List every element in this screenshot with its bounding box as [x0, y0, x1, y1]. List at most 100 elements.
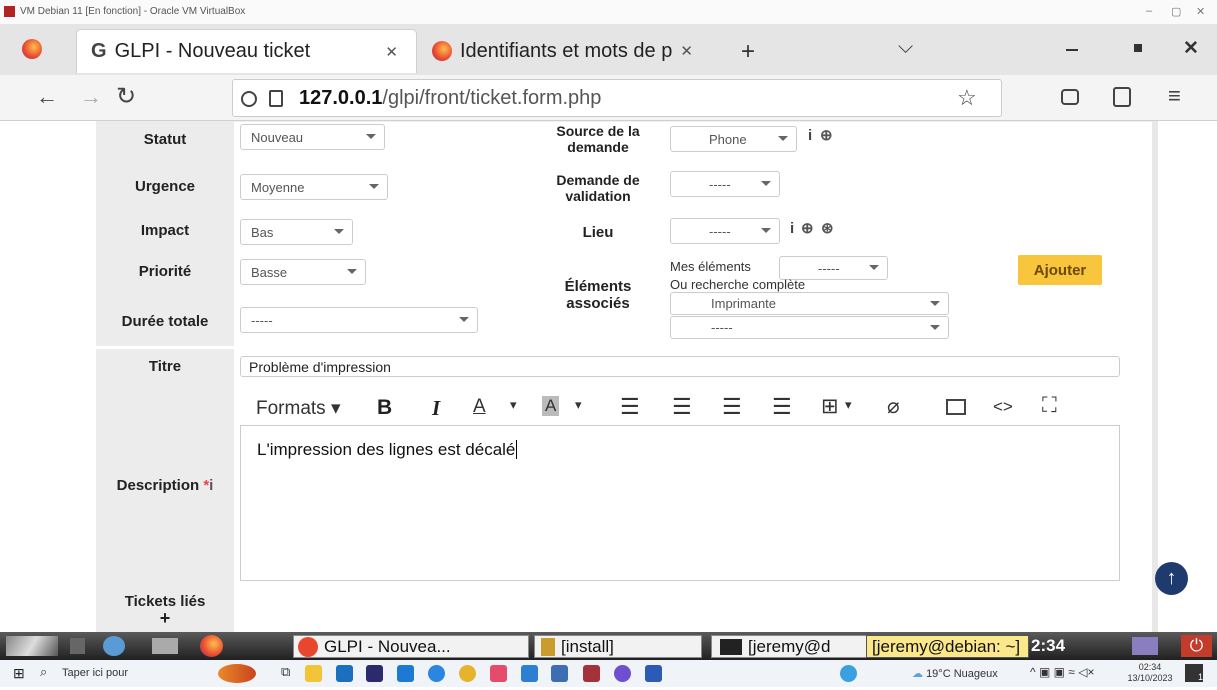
chevron-down-icon[interactable]: ▾	[510, 397, 517, 413]
lieu-add-icon[interactable]: ⊕	[801, 219, 814, 237]
address-bar[interactable]: 127.0.0.1/glpi/front/ticket.form.php ☆	[232, 79, 1002, 117]
files-icon[interactable]	[152, 638, 178, 654]
forward-arrow-icon[interactable]: →	[80, 84, 102, 110]
system-tray-icons[interactable]: ^ ▣ ▣ ≈ ◁×	[1030, 665, 1094, 679]
indent-icon[interactable]: ☰	[772, 394, 792, 420]
tab-identifiants[interactable]: Identifiants et mots de p ✕	[428, 29, 728, 73]
app-icon[interactable]	[490, 665, 507, 682]
firefox-menu-icon[interactable]	[22, 39, 42, 59]
page-scrollbar[interactable]	[1152, 121, 1158, 632]
ajouter-button[interactable]: Ajouter	[1018, 255, 1102, 285]
firefox-launcher-icon[interactable]	[200, 635, 223, 657]
statut-select[interactable]: Nouveau	[240, 124, 385, 150]
hamburger-menu-icon[interactable]: ≡	[1168, 83, 1181, 109]
page-icon[interactable]	[269, 90, 283, 107]
vscode-icon[interactable]	[521, 665, 538, 682]
tab-glpi-nouveau-ticket[interactable]: G GLPI - Nouveau ticket ✕	[76, 29, 417, 73]
lieu-select[interactable]: -----	[670, 218, 780, 244]
close-window-icon[interactable]: ✕	[1183, 37, 1199, 60]
text-color-icon[interactable]: A	[473, 396, 486, 418]
vm-minimize-button[interactable]: –	[1146, 5, 1152, 17]
bullet-list-icon[interactable]: ☰	[620, 394, 640, 420]
taskbar-item-terminal-1[interactable]: [jeremy@d	[711, 635, 871, 658]
edge-icon[interactable]	[428, 665, 445, 682]
priorite-select[interactable]: Basse	[240, 259, 366, 285]
add-ticket-lie-button[interactable]: +	[96, 609, 234, 627]
lieu-info-icon[interactable]: i	[790, 220, 794, 237]
new-tab-button[interactable]: +	[741, 38, 755, 66]
tab-close-icon[interactable]: ✕	[385, 43, 398, 61]
tab-list-chevron-icon[interactable]: ⌵	[898, 36, 913, 59]
source-code-icon[interactable]: <>	[993, 397, 1013, 417]
duree-totale-select[interactable]: -----	[240, 307, 478, 333]
item-select[interactable]: -----	[670, 316, 949, 339]
tray-app-icon[interactable]	[840, 665, 857, 682]
source-select[interactable]: Phone	[670, 126, 797, 152]
chat-icon[interactable]	[614, 665, 631, 682]
bold-icon[interactable]: B	[377, 396, 392, 420]
fullscreen-icon[interactable]: ⛶	[1042, 394, 1057, 418]
info-icon[interactable]: i	[209, 477, 213, 494]
vm-maximize-button[interactable]: ▢	[1171, 5, 1181, 18]
numbered-list-icon[interactable]: ☰	[672, 394, 692, 420]
tab-close-icon[interactable]: ✕	[680, 42, 693, 60]
back-arrow-icon[interactable]: ←	[36, 84, 58, 110]
lieu-view-icon[interactable]: ⊛	[821, 219, 834, 237]
network-icon[interactable]	[103, 636, 125, 656]
italic-icon[interactable]: I	[432, 396, 440, 421]
source-add-icon[interactable]: ⊕	[820, 126, 833, 144]
search-box[interactable]: ⌕ Taper ici pour	[38, 664, 188, 684]
maximize-icon[interactable]	[1134, 44, 1142, 52]
background-color-icon[interactable]: A	[542, 396, 560, 416]
system-clock[interactable]: 02:34 13/10/2023	[1124, 662, 1176, 684]
vm-close-button[interactable]: ✕	[1196, 5, 1205, 18]
pocket-icon[interactable]	[1061, 89, 1079, 105]
reload-icon[interactable]: ↻	[116, 82, 136, 111]
outdent-icon[interactable]: ☰	[722, 394, 742, 420]
show-desktop-icon[interactable]	[70, 638, 85, 654]
back-to-top-button[interactable]: ↑	[1155, 562, 1188, 595]
search-highlight-icon[interactable]	[218, 664, 256, 683]
vm-taskbar-icon[interactable]	[583, 665, 600, 682]
start-menu-icon[interactable]	[6, 636, 58, 656]
notification-icon[interactable]: 1	[1185, 664, 1203, 682]
impact-select[interactable]: Bas	[240, 219, 353, 245]
image-icon[interactable]	[946, 399, 966, 415]
shield-icon[interactable]	[241, 91, 257, 107]
power-icon[interactable]: ⏻	[1181, 635, 1212, 657]
weather-widget[interactable]: ☁ 19°C Nuageux	[912, 667, 998, 680]
word-icon[interactable]	[645, 665, 662, 682]
source-info-icon[interactable]: i	[808, 127, 812, 144]
chrome-icon[interactable]	[459, 665, 476, 682]
chevron-down-icon[interactable]: ▾	[845, 397, 852, 413]
taskbar-item-install[interactable]: [install]	[534, 635, 702, 658]
description-editor[interactable]: L'impression des lignes est décalé	[240, 425, 1120, 581]
virtualbox-taskbar-icon[interactable]	[551, 665, 568, 682]
table-icon[interactable]: ⊞	[821, 394, 839, 419]
file-explorer-icon[interactable]	[305, 665, 322, 682]
store-icon[interactable]	[397, 665, 414, 682]
minimize-icon[interactable]	[1066, 49, 1078, 51]
taskbar-item-glpi[interactable]: GLPI - Nouvea...	[293, 635, 529, 658]
item-type-select[interactable]: Imprimante	[670, 292, 949, 315]
windows-start-icon[interactable]: ⊞	[13, 665, 25, 682]
task-view-icon[interactable]: ⧉	[281, 664, 290, 680]
dropbox-icon[interactable]	[366, 665, 383, 682]
chevron-down-icon[interactable]: ▾	[575, 397, 582, 413]
urgence-select[interactable]: Moyenne	[240, 174, 388, 200]
description-label: Description *i	[96, 477, 234, 494]
validation-select[interactable]: -----	[670, 171, 780, 197]
bookmark-star-icon[interactable]: ☆	[957, 85, 977, 111]
titre-input[interactable]: Problème d'impression	[240, 356, 1120, 377]
validation-label: Demande de validation	[532, 172, 664, 204]
link-icon[interactable]: ⌀	[887, 394, 900, 419]
mail-icon[interactable]	[336, 665, 353, 682]
formats-menu[interactable]: Formats ▾	[256, 397, 341, 420]
extensions-icon[interactable]	[1113, 87, 1131, 107]
search-placeholder: Taper ici pour	[62, 667, 129, 679]
user-icon[interactable]	[1132, 637, 1158, 655]
vm-title: VM Debian 11 [En fonction] - Oracle VM V…	[20, 6, 246, 17]
taskbar-item-label: [jeremy@d	[748, 636, 831, 656]
taskbar-item-label: [install]	[561, 636, 614, 656]
taskbar-item-terminal-2[interactable]: [jeremy@debian: ~]	[866, 635, 1029, 658]
